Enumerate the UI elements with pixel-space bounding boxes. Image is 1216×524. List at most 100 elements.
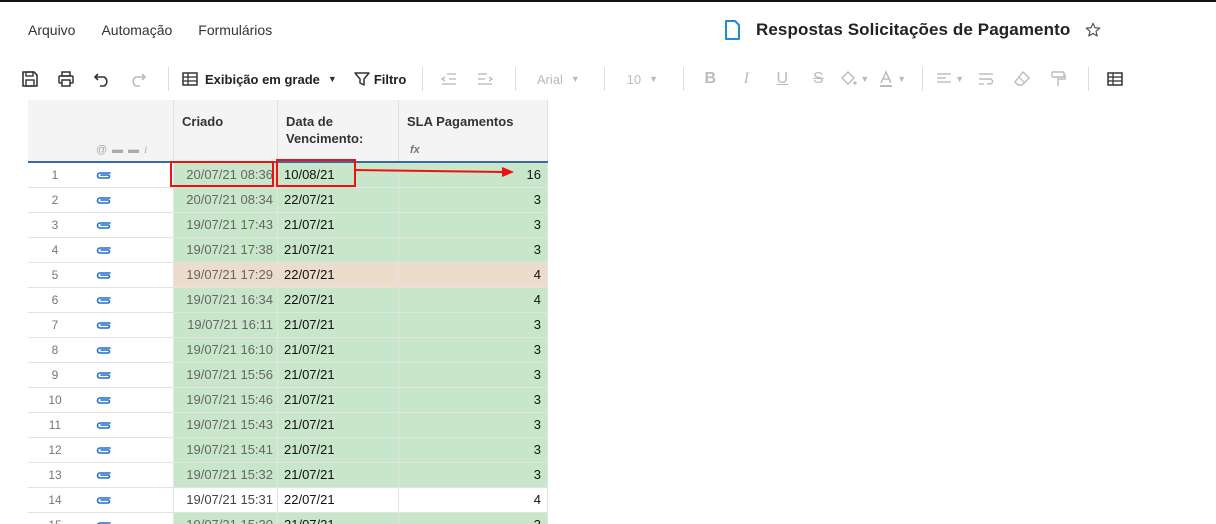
bold-icon[interactable]: B — [696, 65, 724, 93]
due-date-cell[interactable]: 21/07/21 — [278, 338, 399, 363]
attachment-clip-icon[interactable] — [96, 444, 112, 456]
table-row[interactable]: 3 19/07/21 17:43 21/07/21 3 — [28, 213, 548, 238]
table-row[interactable]: 7 19/07/21 16:11 21/07/21 3 — [28, 313, 548, 338]
row-number[interactable]: 10 — [28, 388, 82, 413]
created-cell[interactable]: 19/07/21 15:46 — [174, 388, 278, 413]
row-attachment-cell[interactable] — [82, 188, 174, 213]
created-cell[interactable]: 19/07/21 15:43 — [174, 413, 278, 438]
created-cell[interactable]: 19/07/21 15:30 — [174, 513, 278, 524]
row-attachment-cell[interactable] — [82, 488, 174, 513]
sla-cell[interactable]: 3 — [399, 363, 548, 388]
sla-cell[interactable]: 16 — [399, 163, 548, 188]
column-header-due-date[interactable]: Data de Vencimento: — [278, 100, 399, 161]
due-date-cell[interactable]: 21/07/21 — [278, 463, 399, 488]
row-attachment-cell[interactable] — [82, 338, 174, 363]
attachment-clip-icon[interactable] — [96, 294, 112, 306]
outdent-icon[interactable] — [435, 65, 463, 93]
sla-cell[interactable]: 3 — [399, 313, 548, 338]
row-number[interactable]: 1 — [28, 163, 82, 188]
due-date-cell[interactable]: 21/07/21 — [278, 513, 399, 524]
sla-cell[interactable]: 3 — [399, 388, 548, 413]
favorite-star-icon[interactable] — [1084, 21, 1102, 39]
filter-button[interactable]: Filtro — [353, 65, 406, 93]
row-attachment-cell[interactable] — [82, 238, 174, 263]
created-cell[interactable]: 19/07/21 16:34 — [174, 288, 278, 313]
sla-cell[interactable]: 4 — [399, 488, 548, 513]
indent-icon[interactable] — [471, 65, 499, 93]
row-number[interactable]: 13 — [28, 463, 82, 488]
due-date-cell[interactable]: 21/07/21 — [278, 238, 399, 263]
menu-formularios[interactable]: Formulários — [198, 22, 272, 38]
row-number[interactable]: 5 — [28, 263, 82, 288]
menu-arquivo[interactable]: Arquivo — [28, 22, 75, 38]
wrap-text-icon[interactable] — [972, 65, 1000, 93]
created-cell[interactable]: 20/07/21 08:34 — [174, 188, 278, 213]
align-icon[interactable]: ▼ — [935, 65, 964, 93]
row-number[interactable]: 9 — [28, 363, 82, 388]
attachment-clip-icon[interactable] — [96, 194, 112, 206]
row-attachment-cell[interactable] — [82, 413, 174, 438]
column-header-sla[interactable]: SLA Pagamentos — [399, 100, 548, 161]
sla-cell[interactable]: 4 — [399, 263, 548, 288]
strikethrough-icon[interactable]: S — [804, 65, 832, 93]
attachment-clip-icon[interactable] — [96, 369, 112, 381]
due-date-cell[interactable]: 21/07/21 — [278, 213, 399, 238]
row-attachment-cell[interactable] — [82, 288, 174, 313]
table-row[interactable]: 10 19/07/21 15:46 21/07/21 3 — [28, 388, 548, 413]
created-cell[interactable]: 19/07/21 15:31 — [174, 488, 278, 513]
row-number[interactable]: 7 — [28, 313, 82, 338]
created-cell[interactable]: 19/07/21 15:41 — [174, 438, 278, 463]
table-row[interactable]: 15 19/07/21 15:3021/07/213 — [28, 513, 548, 524]
table-row[interactable]: 12 19/07/21 15:41 21/07/21 3 — [28, 438, 548, 463]
table-icon[interactable] — [1101, 65, 1129, 93]
table-row[interactable]: 9 19/07/21 15:56 21/07/21 3 — [28, 363, 548, 388]
attachment-clip-icon[interactable] — [96, 219, 112, 231]
text-color-icon[interactable]: ▼ — [877, 65, 906, 93]
sla-cell[interactable]: 3 — [399, 238, 548, 263]
attachment-clip-icon[interactable] — [96, 269, 112, 281]
attachment-clip-icon[interactable] — [96, 344, 112, 356]
row-number[interactable]: 8 — [28, 338, 82, 363]
due-date-cell[interactable]: 21/07/21 — [278, 313, 399, 338]
table-row[interactable]: 1 20/07/21 08:36 10/08/21 16 — [28, 163, 548, 188]
attachment-clip-icon[interactable] — [96, 394, 112, 406]
due-date-cell[interactable]: 22/07/21 — [278, 188, 399, 213]
row-attachment-cell[interactable] — [82, 213, 174, 238]
paint-format-icon[interactable] — [1044, 65, 1072, 93]
attachment-clip-icon[interactable] — [96, 169, 112, 181]
table-row[interactable]: 2 20/07/21 08:34 22/07/21 3 — [28, 188, 548, 213]
created-cell[interactable]: 19/07/21 15:56 — [174, 363, 278, 388]
row-number[interactable]: 14 — [28, 488, 82, 513]
table-row[interactable]: 8 19/07/21 16:10 21/07/21 3 — [28, 338, 548, 363]
sla-cell[interactable]: 3 — [399, 338, 548, 363]
sla-cell[interactable]: 4 — [399, 288, 548, 313]
row-number[interactable]: 11 — [28, 413, 82, 438]
table-row[interactable]: 4 19/07/21 17:38 21/07/21 3 — [28, 238, 548, 263]
row-attachment-cell[interactable] — [82, 438, 174, 463]
row-attachment-cell[interactable] — [82, 388, 174, 413]
due-date-cell[interactable]: 21/07/21 — [278, 438, 399, 463]
attachment-clip-icon[interactable] — [96, 469, 112, 481]
print-icon[interactable] — [52, 65, 80, 93]
created-cell[interactable]: 19/07/21 17:38 — [174, 238, 278, 263]
attachment-clip-icon[interactable] — [96, 244, 112, 256]
font-size-select[interactable]: 10 ▼ — [617, 65, 667, 93]
row-attachment-cell[interactable] — [82, 163, 174, 188]
save-icon[interactable] — [16, 65, 44, 93]
clear-format-icon[interactable] — [1008, 65, 1036, 93]
sla-cell[interactable]: 3 — [399, 413, 548, 438]
attachment-clip-icon[interactable] — [96, 419, 112, 431]
sla-cell[interactable]: 3 — [399, 438, 548, 463]
row-attachment-cell[interactable] — [82, 513, 174, 524]
row-attachment-cell[interactable] — [82, 463, 174, 488]
table-row[interactable]: 11 19/07/21 15:43 21/07/21 3 — [28, 413, 548, 438]
created-cell[interactable]: 19/07/21 17:29 — [174, 263, 278, 288]
due-date-cell[interactable]: 22/07/21 — [278, 488, 399, 513]
created-cell[interactable]: 19/07/21 15:32 — [174, 463, 278, 488]
row-number[interactable]: 12 — [28, 438, 82, 463]
row-attachment-cell[interactable] — [82, 313, 174, 338]
italic-icon[interactable]: I — [732, 65, 760, 93]
table-row[interactable]: 6 19/07/21 16:34 22/07/21 4 — [28, 288, 548, 313]
created-cell[interactable]: 19/07/21 16:10 — [174, 338, 278, 363]
redo-icon[interactable] — [124, 65, 152, 93]
